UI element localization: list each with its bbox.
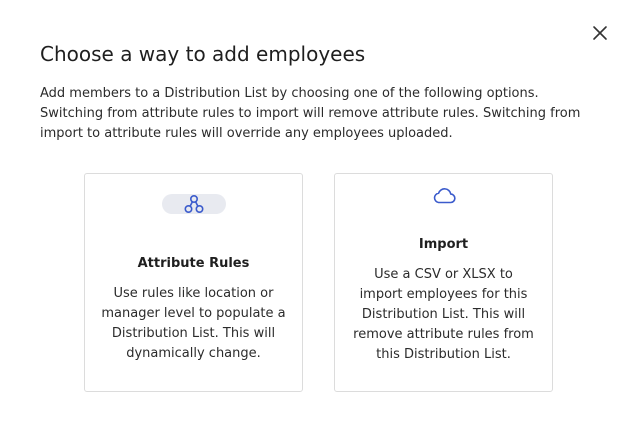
attribute-rules-icon-pill (162, 194, 226, 214)
import-option-card[interactable]: Import Use a CSV or XLSX to import emplo… (334, 173, 553, 392)
attribute-rules-option-card[interactable]: Attribute Rules Use rules like location … (84, 173, 303, 392)
attribute-rules-description: Use rules like location or manager level… (101, 286, 286, 361)
attribute-rules-title: Attribute Rules (137, 256, 250, 271)
import-title: Import (418, 237, 469, 252)
dialog-description: Add members to a Distribution List by ch… (40, 86, 581, 141)
add-employees-dialog: Choose a way to add employees Add member… (0, 0, 637, 438)
cloud-icon (433, 188, 456, 204)
attribute-rules-icon (184, 194, 204, 214)
import-description: Use a CSV or XLSX to import employees fo… (353, 267, 534, 362)
close-button[interactable] (589, 22, 611, 44)
dialog-title: Choose a way to add employees (40, 42, 366, 66)
close-icon (593, 26, 607, 40)
